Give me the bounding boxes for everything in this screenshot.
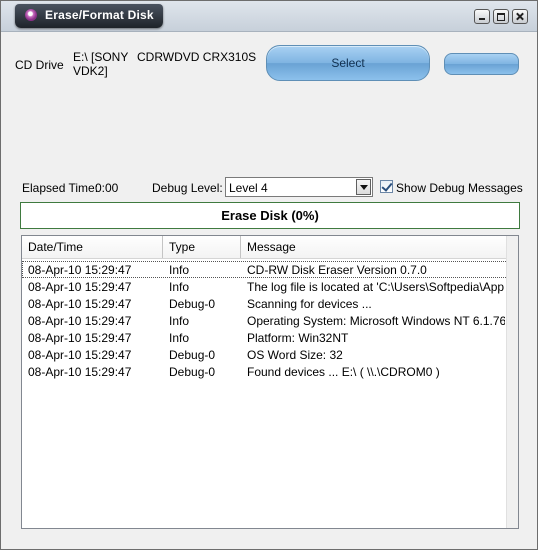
log-header: Date/Time Type Message [22,236,508,259]
erase-progress-bar: Erase Disk (0%) [20,202,520,229]
elapsed-time-label: Elapsed Time: [22,181,99,195]
log-list[interactable]: Date/Time Type Message 08-Apr-10 15:29:4… [21,235,519,529]
log-row-message: The log file is located at 'C:\Users\Sof… [247,280,505,294]
log-row-date: 08-Apr-10 15:29:47 [28,314,132,328]
log-row[interactable]: 08-Apr-10 15:29:47 Info Platform: Win32NT [22,329,508,346]
log-row[interactable]: 08-Apr-10 15:29:47 Debug-0 OS Word Size: 3… [22,346,508,363]
maximize-button[interactable] [493,9,509,24]
blank-button[interactable] [444,53,519,75]
column-header-type[interactable]: Type [163,236,241,258]
progress-label: Erase Disk (0%) [221,208,319,223]
log-row[interactable]: 08-Apr-10 15:29:47 Info Operating System: … [22,312,508,329]
column-header-message[interactable]: Message [241,236,508,258]
log-row-type: Debug-0 [169,297,216,311]
log-row[interactable]: 08-Apr-10 15:29:47 Info The log file is lo… [22,278,508,295]
log-row-type: Debug-0 [169,365,216,379]
window-title: Erase/Format Disk [45,8,154,22]
log-row-message: CD-RW Disk Eraser Version 0.7.0 [247,263,427,277]
debug-level-select[interactable]: Level 4 [225,177,373,197]
close-button[interactable] [512,9,528,24]
elapsed-time-value: 0:00 [95,181,119,195]
drive-letter-line2: VDK2] [73,64,108,78]
log-row-message: Found devices ... E:\ ( \\.\CDROM0 ) [247,365,440,379]
chevron-down-icon[interactable] [356,179,371,195]
debug-level-label: Debug Level: [152,181,223,195]
log-row-message: Scanning for devices ... [247,297,372,311]
log-row-date: 08-Apr-10 15:29:47 [28,263,132,277]
drive-label: CD Drive [15,58,64,72]
log-row-type: Debug-0 [169,348,216,362]
log-row-type: Info [169,263,190,277]
log-row-date: 08-Apr-10 15:29:47 [28,331,132,345]
drive-model: CDRWDVD CRX310S [137,50,257,64]
log-row-type: Info [169,280,190,294]
log-row-type: Info [169,331,190,345]
scrollbar[interactable] [506,236,518,528]
log-row-date: 08-Apr-10 15:29:47 [28,297,132,311]
log-row-message: Platform: Win32NT [247,331,349,345]
log-row[interactable]: 08-Apr-10 15:29:47 Info CD-RW Disk Eraser … [22,261,508,278]
show-debug-label[interactable]: Show Debug Messages [396,181,523,195]
log-row-date: 08-Apr-10 15:29:47 [28,365,132,379]
log-row-date: 08-Apr-10 15:29:47 [28,280,132,294]
select-button-label: Select [331,56,365,70]
log-row[interactable]: 08-Apr-10 15:29:47 Debug-0 Scanning for de… [22,295,508,312]
select-drive-button[interactable]: Select [266,45,430,81]
log-row-date: 08-Apr-10 15:29:47 [28,348,132,362]
show-debug-checkbox[interactable] [380,180,393,193]
log-row-type: Info [169,314,190,328]
title-bar[interactable]: Erase/Format Disk [1,1,537,32]
log-row-message: Operating System: Microsoft Windows NT 6… [247,314,505,328]
column-header-date[interactable]: Date/Time [22,236,163,258]
app-window: Erase/Format Disk CD Drive E:\ [SONY VDK… [0,0,538,550]
minimize-button[interactable] [474,9,490,24]
disc-icon [25,9,37,21]
log-row[interactable]: 08-Apr-10 15:29:47 Debug-0 Found devices .… [22,363,508,380]
title-tab: Erase/Format Disk [15,4,163,28]
drive-letter: E:\ [SONY [73,50,129,64]
debug-level-value: Level 4 [229,181,268,195]
log-row-message: OS Word Size: 32 [247,348,343,362]
